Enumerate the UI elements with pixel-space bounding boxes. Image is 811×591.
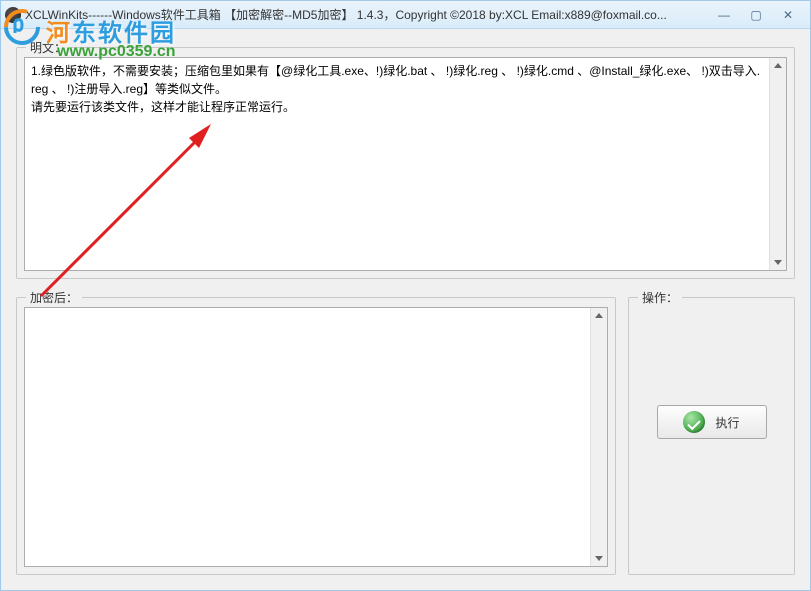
plaintext-line2: 请先要运行该类文件，这样才能让程序正常运行。 <box>31 100 295 114</box>
encrypted-textarea-wrap <box>24 307 608 567</box>
plaintext-textarea[interactable]: 1.绿色版软件，不需要安装；压缩包里如果有【@绿化工具.exe、!)绿化.bat… <box>25 58 769 270</box>
titlebar[interactable]: XCLWinKits------Windows软件工具箱 【加密解密--MD5加… <box>1 1 810 29</box>
close-button[interactable]: ✕ <box>776 6 800 24</box>
client-area: 明文： 1.绿色版软件，不需要安装；压缩包里如果有【@绿化工具.exe、!)绿化… <box>2 29 809 589</box>
plaintext-line1: 1.绿色版软件，不需要安装；压缩包里如果有【@绿化工具.exe、!)绿化.bat… <box>31 64 760 96</box>
plaintext-vscrollbar[interactable] <box>769 58 786 270</box>
plaintext-textarea-wrap: 1.绿色版软件，不需要安装；压缩包里如果有【@绿化工具.exe、!)绿化.bat… <box>24 57 787 271</box>
check-icon <box>683 411 705 433</box>
execute-button-label: 执行 <box>715 414 739 431</box>
encrypted-group: 加密后： <box>16 291 616 575</box>
plaintext-group: 明文： 1.绿色版软件，不需要安装；压缩包里如果有【@绿化工具.exe、!)绿化… <box>16 41 795 279</box>
execute-button[interactable]: 执行 <box>657 405 767 439</box>
action-group: 操作： 执行 <box>628 291 795 575</box>
app-icon <box>5 7 21 23</box>
encrypted-textarea[interactable] <box>25 308 590 566</box>
action-group-label: 操作： <box>638 289 682 306</box>
encrypted-vscrollbar[interactable] <box>590 308 607 566</box>
encrypted-group-label: 加密后： <box>26 289 82 306</box>
plaintext-group-label: 明文： <box>26 39 70 56</box>
maximize-button[interactable]: ▢ <box>744 6 768 24</box>
window-controls: — ▢ ✕ <box>712 6 806 24</box>
app-window: XCLWinKits------Windows软件工具箱 【加密解密--MD5加… <box>0 0 811 591</box>
minimize-button[interactable]: — <box>712 6 736 24</box>
window-title: XCLWinKits------Windows软件工具箱 【加密解密--MD5加… <box>25 6 712 23</box>
